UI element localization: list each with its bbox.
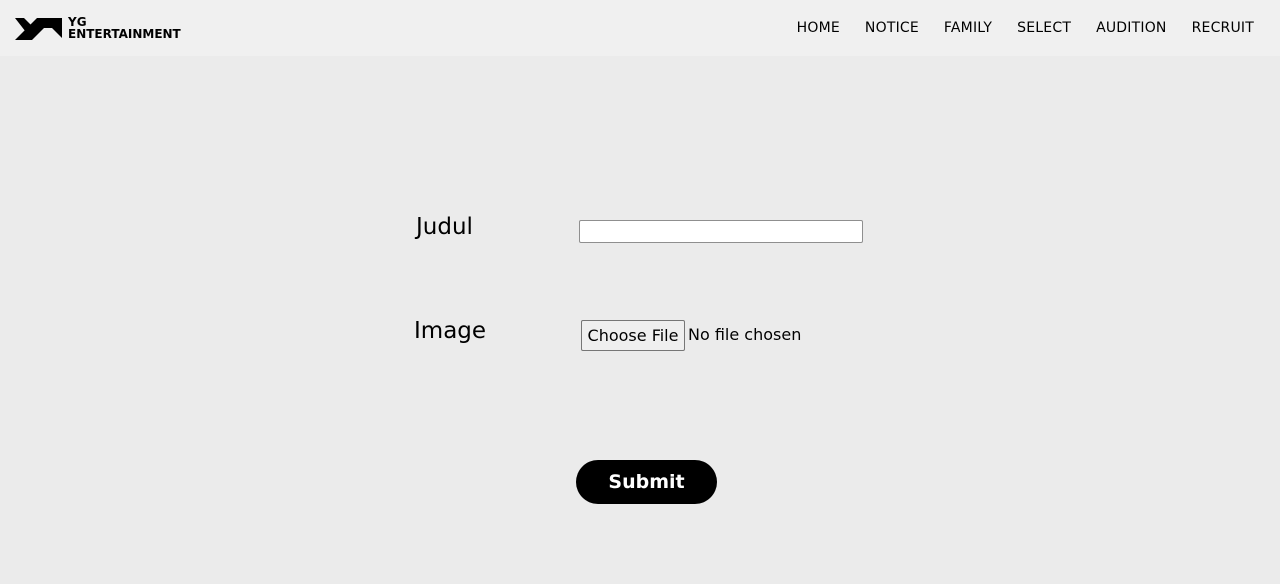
nav-recruit[interactable]: RECRUIT [1192, 20, 1254, 36]
judul-label: Judul [416, 214, 473, 240]
navbar: YG ENTERTAINMENT HOME NOTICE FAMILY SELE… [0, 0, 1280, 56]
nav-audition[interactable]: AUDITION [1096, 20, 1167, 36]
main-nav: HOME NOTICE FAMILY SELECT AUDITION RECRU… [772, 0, 1254, 56]
logo-text-line2: ENTERTAINMENT [68, 27, 181, 41]
judul-input[interactable] [579, 220, 863, 243]
nav-family[interactable]: FAMILY [944, 20, 992, 36]
logo-text: YG ENTERTAINMENT [68, 16, 181, 40]
submit-button[interactable]: Submit [576, 460, 717, 504]
nav-notice[interactable]: NOTICE [865, 20, 919, 36]
yg-logo-icon [15, 18, 62, 40]
file-status-text: No file chosen [688, 325, 802, 344]
image-label: Image [414, 318, 487, 344]
nav-select[interactable]: SELECT [1017, 20, 1071, 36]
choose-file-button[interactable]: Choose File [581, 320, 685, 351]
nav-home[interactable]: HOME [797, 20, 840, 36]
yg-logo[interactable]: YG ENTERTAINMENT [15, 15, 181, 41]
